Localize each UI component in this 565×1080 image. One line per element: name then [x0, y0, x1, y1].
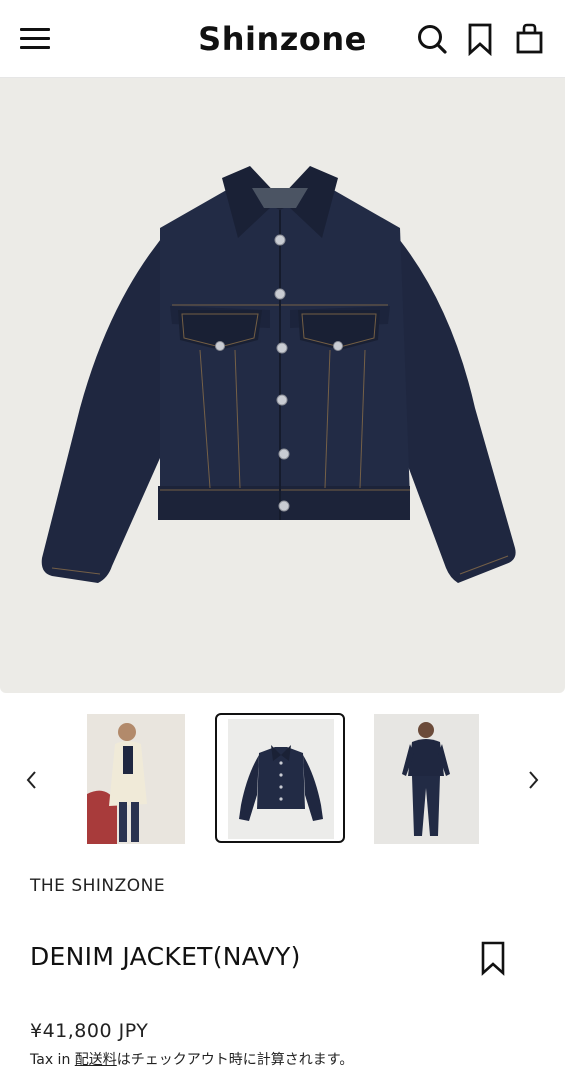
tax-prefix: Tax in	[30, 1052, 75, 1068]
shipping-link[interactable]: 配送料	[75, 1052, 117, 1068]
tax-note: Tax in 配送料はチェックアウト時に計算されます。	[30, 1049, 353, 1069]
shopping-bag-icon[interactable]	[514, 22, 546, 56]
thumbnail-gallery	[0, 710, 565, 850]
chevron-right-icon[interactable]	[521, 768, 545, 792]
product-main-image[interactable]	[0, 78, 565, 693]
thumbnail-model-white-coat[interactable]	[87, 714, 185, 844]
menu-icon[interactable]	[20, 28, 50, 50]
product-price: ¥41,800 JPY	[30, 1020, 149, 1042]
thumbnail-model-denim-setup[interactable]	[374, 714, 479, 844]
chevron-left-icon[interactable]	[20, 768, 44, 792]
product-title: DENIM JACKET(NAVY)	[30, 942, 301, 971]
site-logo[interactable]: Shinzone	[195, 20, 370, 58]
product-brand[interactable]: THE SHINZONE	[30, 876, 165, 896]
tax-suffix: はチェックアウト時に計算されます。	[116, 1052, 354, 1068]
bookmark-icon[interactable]	[478, 940, 508, 976]
site-header: Shinzone	[0, 0, 565, 78]
bookmark-icon[interactable]	[466, 22, 498, 57]
thumbnail-jacket-flat[interactable]	[215, 713, 345, 843]
search-icon[interactable]	[416, 22, 448, 56]
